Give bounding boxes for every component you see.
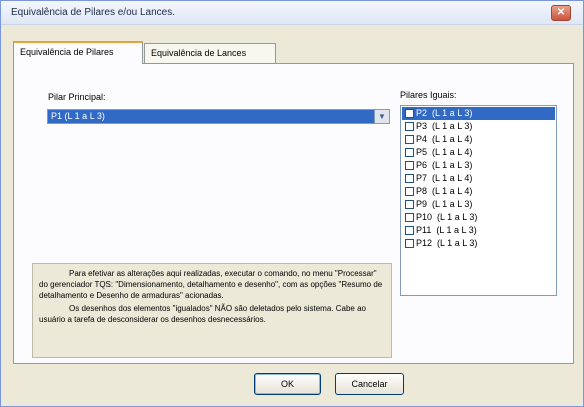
note-paragraph: Os desenhos dos elementos "igualados" NÃ… <box>39 304 366 324</box>
cancel-button[interactable]: Cancelar <box>335 373 404 395</box>
list-item[interactable]: P7 (L 1 a L 4) <box>402 172 555 185</box>
tab-equivalencia-lances[interactable]: Equivalência de Lances <box>144 43 276 63</box>
title-bar[interactable]: Equivalência de Pilares e/ou Lances. ✕ <box>1 1 583 25</box>
pilar-principal-label: Pilar Principal: <box>48 92 106 102</box>
pilar-principal-dropdown[interactable]: P1 (L 1 a L 3) ▼ <box>47 109 390 124</box>
window-title: Equivalência de Pilares e/ou Lances. <box>11 7 175 18</box>
checkbox[interactable] <box>405 161 414 170</box>
checkbox[interactable] <box>405 187 414 196</box>
list-item[interactable]: P11 (L 1 a L 3) <box>402 224 555 237</box>
checkbox[interactable] <box>405 174 414 183</box>
checkbox[interactable] <box>405 135 414 144</box>
checkbox[interactable] <box>405 200 414 209</box>
list-item[interactable]: P4 (L 1 a L 4) <box>402 133 555 146</box>
list-item[interactable]: P2 (L 1 a L 3) <box>402 107 555 120</box>
info-note: Para efetivar as alterações aqui realiza… <box>32 263 392 358</box>
list-item[interactable]: P8 (L 1 a L 4) <box>402 185 555 198</box>
list-item[interactable]: P6 (L 1 a L 3) <box>402 159 555 172</box>
list-item[interactable]: P9 (L 1 a L 3) <box>402 198 555 211</box>
chevron-down-icon[interactable]: ▼ <box>374 110 389 123</box>
checkbox[interactable] <box>405 148 414 157</box>
tab-equivalencia-pilares[interactable]: Equivalência de Pilares <box>13 41 143 64</box>
close-icon[interactable]: ✕ <box>551 5 571 21</box>
list-item[interactable]: P3 (L 1 a L 3) <box>402 120 555 133</box>
pilares-iguais-list[interactable]: P2 (L 1 a L 3) P3 (L 1 a L 3) P4 (L 1 a … <box>400 105 557 296</box>
pilares-iguais-label: Pilares Iguais: <box>400 90 457 100</box>
checkbox[interactable] <box>405 226 414 235</box>
pilar-principal-value: P1 (L 1 a L 3) <box>51 111 105 121</box>
checkbox[interactable] <box>405 122 414 131</box>
list-item[interactable]: P12 (L 1 a L 3) <box>402 237 555 250</box>
list-item[interactable]: P10 (L 1 a L 3) <box>402 211 555 224</box>
note-paragraph: Para efetivar as alterações aqui realiza… <box>39 269 383 300</box>
checkbox[interactable] <box>405 109 414 118</box>
tab-panel: Pilar Principal: P1 (L 1 a L 3) ▼ Pilare… <box>13 63 574 364</box>
list-item[interactable]: P5 (L 1 a L 4) <box>402 146 555 159</box>
dialog-window: Equivalência de Pilares e/ou Lances. ✕ E… <box>0 0 584 407</box>
checkbox[interactable] <box>405 239 414 248</box>
ok-button[interactable]: OK <box>254 373 321 395</box>
checkbox[interactable] <box>405 213 414 222</box>
